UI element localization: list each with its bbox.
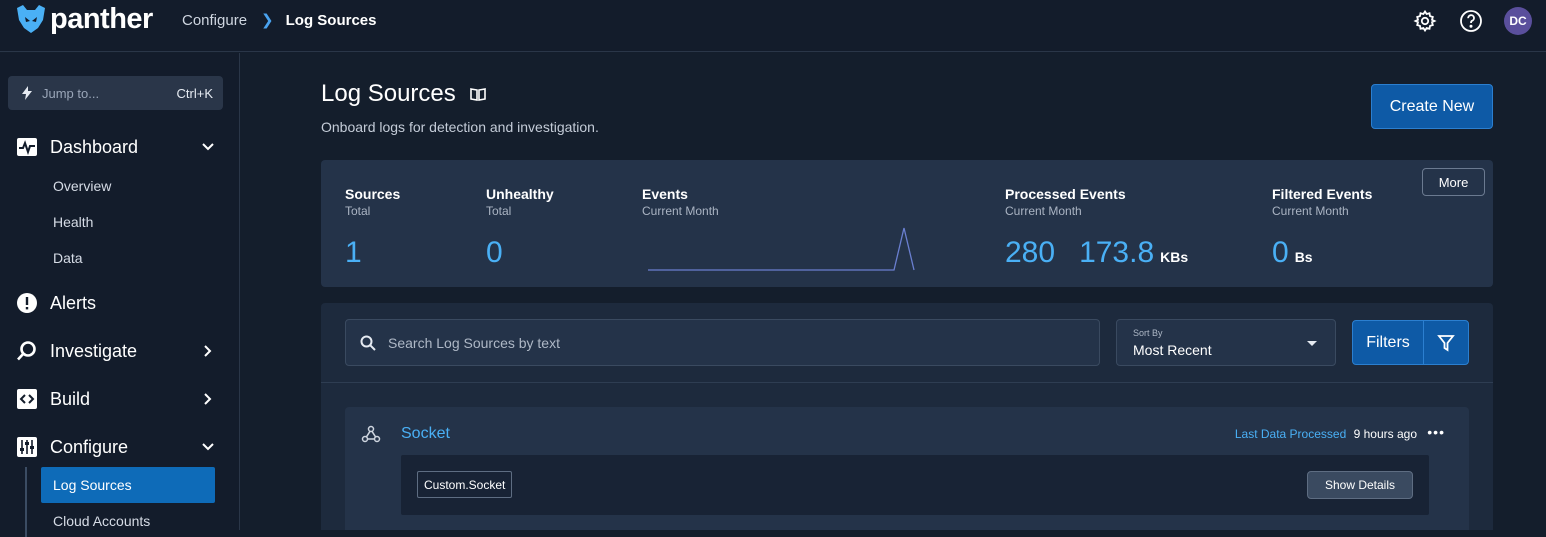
sidebar: Jump to... Ctrl+K Dashboard Overview Hea… xyxy=(0,53,240,537)
breadcrumb-current: Log Sources xyxy=(285,11,377,29)
stat-processed-events: Processed Events Current Month 280 173.8… xyxy=(1005,186,1188,270)
code-icon xyxy=(16,388,38,410)
help-button[interactable] xyxy=(1458,8,1484,34)
nav-configure-label: Configure xyxy=(50,436,129,457)
stat-processed-unit: KBs xyxy=(1160,249,1189,265)
page-title: Log Sources xyxy=(321,80,486,108)
divider xyxy=(321,382,1493,383)
jump-to-placeholder: Jump to... xyxy=(42,85,100,101)
stats-panel: Sources Total 1 Unhealthy Total 0 Events… xyxy=(321,160,1493,287)
last-data-processed-value: 9 hours ago xyxy=(1353,427,1417,441)
stat-events: Events Current Month xyxy=(642,186,922,276)
page-subtitle: Onboard logs for detection and investiga… xyxy=(321,119,599,135)
stat-processed-caption: Current Month xyxy=(1005,204,1082,218)
jump-to-search[interactable]: Jump to... Ctrl+K xyxy=(8,76,223,110)
stat-unhealthy: Unhealthy Total 0 xyxy=(486,186,554,270)
sort-by-select[interactable]: Sort By Most Recent xyxy=(1116,319,1336,366)
show-details-button[interactable]: Show Details xyxy=(1307,471,1413,499)
stat-events-caption: Current Month xyxy=(642,204,719,218)
last-data-processed-label: Last Data Processed xyxy=(1234,427,1347,441)
nav-alerts-label: Alerts xyxy=(50,292,97,313)
nav-alerts[interactable]: Alerts xyxy=(16,287,216,319)
filter-icon-button[interactable] xyxy=(1424,321,1468,364)
nav-data[interactable]: Data xyxy=(53,250,83,266)
search-placeholder: Search Log Sources by text xyxy=(388,334,560,351)
filters-button[interactable]: Filters xyxy=(1353,321,1424,364)
nav-cloud-accounts[interactable]: Cloud Accounts xyxy=(53,513,150,529)
chevron-right-icon xyxy=(200,391,216,407)
breadcrumb: Configure ❯ Log Sources xyxy=(182,11,377,30)
nav-log-sources[interactable]: Log Sources xyxy=(41,467,215,503)
nav-dashboard[interactable]: Dashboard xyxy=(16,131,216,163)
sort-by-value: Most Recent xyxy=(1133,342,1212,358)
chevron-right-icon xyxy=(200,343,216,359)
search-icon xyxy=(360,335,376,351)
stat-filtered-size: 0 xyxy=(1272,236,1289,269)
nav-investigate[interactable]: Investigate xyxy=(16,335,216,367)
stat-unhealthy-label: Unhealthy xyxy=(486,186,554,202)
log-sources-list: Search Log Sources by text Sort By Most … xyxy=(321,303,1493,530)
nav-configure[interactable]: Configure xyxy=(16,431,216,463)
stat-unhealthy-caption: Total xyxy=(486,204,512,218)
bolt-icon xyxy=(22,86,32,100)
stat-processed-count: 280 xyxy=(1005,236,1056,269)
log-type-tag: Custom.Socket xyxy=(417,471,513,498)
filters-button-group: Filters xyxy=(1352,320,1469,365)
ellipsis-icon[interactable]: ••• xyxy=(1427,424,1445,440)
stat-filtered-label: Filtered Events xyxy=(1272,186,1373,202)
webhook-icon xyxy=(361,425,381,443)
stat-processed-size: 173.8 xyxy=(1079,236,1155,269)
page-title-text: Log Sources xyxy=(321,80,456,107)
nav-build-label: Build xyxy=(50,388,91,409)
book-icon[interactable] xyxy=(469,87,486,101)
pulse-icon xyxy=(16,136,38,158)
panther-logo-icon xyxy=(17,5,45,33)
nav-dashboard-label: Dashboard xyxy=(50,136,139,157)
sliders-icon xyxy=(16,436,38,458)
nav-overview[interactable]: Overview xyxy=(53,178,111,194)
chevron-down-icon xyxy=(200,439,216,455)
app-name: panther xyxy=(50,3,153,35)
stat-sources-value: 1 xyxy=(345,236,362,269)
log-source-card: Socket Last Data Processed 9 hours ago •… xyxy=(345,407,1469,530)
user-avatar[interactable]: DC xyxy=(1504,7,1532,35)
sort-by-label: Sort By xyxy=(1133,328,1163,338)
stat-filtered-caption: Current Month xyxy=(1272,204,1349,218)
alert-icon xyxy=(16,292,38,314)
top-bar: panther Configure ❯ Log Sources DC xyxy=(0,0,1546,52)
create-new-button[interactable]: Create New xyxy=(1371,84,1493,129)
stat-sources-label: Sources xyxy=(345,186,401,202)
nav-investigate-label: Investigate xyxy=(50,340,138,361)
log-source-details-row: Custom.Socket Show Details xyxy=(401,455,1429,515)
stat-sources: Sources Total 1 xyxy=(345,186,400,270)
gear-icon xyxy=(1413,9,1437,33)
filter-icon xyxy=(1437,334,1455,352)
jump-to-shortcut: Ctrl+K xyxy=(176,85,213,101)
log-source-name[interactable]: Socket xyxy=(401,425,450,443)
last-data-processed: Last Data Processed 9 hours ago xyxy=(1235,427,1417,441)
app-logo[interactable]: panther xyxy=(16,4,153,34)
search-input[interactable]: Search Log Sources by text xyxy=(345,319,1100,366)
stat-unhealthy-value: 0 xyxy=(486,236,503,269)
stat-filtered-unit: Bs xyxy=(1294,249,1313,265)
settings-button[interactable] xyxy=(1412,8,1438,34)
chevron-down-icon xyxy=(200,139,216,155)
header-actions: DC xyxy=(1412,7,1532,35)
nav-build[interactable]: Build xyxy=(16,383,216,415)
chevron-right-icon: ❯ xyxy=(261,12,274,29)
stat-sources-caption: Total xyxy=(345,204,371,218)
stat-filtered-events: Filtered Events Current Month 0 Bs xyxy=(1272,186,1372,270)
help-icon xyxy=(1460,10,1482,32)
search-icon xyxy=(16,340,38,362)
stat-processed-label: Processed Events xyxy=(1005,186,1126,202)
events-sparkline xyxy=(648,227,915,271)
nav-health[interactable]: Health xyxy=(53,214,93,230)
stat-events-label: Events xyxy=(642,186,688,202)
more-button[interactable]: More xyxy=(1422,168,1485,196)
submenu-rail xyxy=(25,467,27,537)
breadcrumb-configure[interactable]: Configure xyxy=(182,12,247,29)
caret-down-icon xyxy=(1307,341,1317,346)
